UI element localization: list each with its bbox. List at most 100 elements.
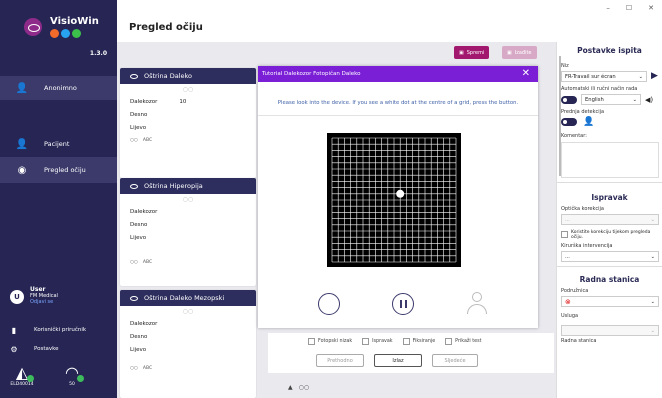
panel-title: Postavke ispita [577, 46, 642, 55]
sidebar-link-manual[interactable]: ▮ Korisnički priručnik [0, 321, 117, 339]
app-version: 1.3.0 [89, 50, 107, 57]
device-label: 50 [69, 382, 75, 387]
comment-label: Komentar: [561, 133, 587, 139]
surgical-select[interactable]: ... ⌄ [561, 251, 659, 262]
minimize-button[interactable]: – [606, 4, 610, 12]
next-button[interactable]: Sljedeće [432, 354, 478, 367]
save-icon: ▣ [459, 49, 464, 56]
surgical-label: Kirurška intervencija [561, 243, 613, 249]
bell-icon[interactable]: ▲ [288, 384, 293, 391]
branch-select[interactable]: ⊗ ⌄ [561, 296, 659, 307]
glasses-icon: ○○ [130, 260, 138, 265]
tutorial-modal: Tutorial Dalekozor Fotopičan Daleko ✕ Pl… [258, 66, 538, 328]
previous-button[interactable]: Prethodno [316, 354, 364, 367]
glasses-icon: ○○ [182, 86, 194, 93]
device-headset[interactable]: ◠ 50 [58, 364, 86, 387]
detection-toggle[interactable] [561, 118, 577, 126]
checkbox-photopic-low[interactable]: Fotopski nizak [308, 338, 352, 345]
user-block: U User FM Medical Odjavi se [10, 286, 58, 305]
exam-card-far-mesopic[interactable]: Oštrina Daleko Mezopski ○○ Dalekozor Des… [120, 290, 256, 398]
sidebar-item-anonymous[interactable]: 👤 Anonimno [0, 76, 117, 100]
chevron-down-icon: ⌄ [650, 216, 655, 223]
exit-exam-button[interactable]: Izlaz [374, 354, 422, 367]
chevron-down-icon: ⌄ [638, 73, 643, 80]
card-footer: ○○ ABC [130, 260, 153, 265]
modal-title: Tutorial Dalekozor Fotopičan Daleko [262, 71, 361, 77]
play-icon[interactable]: ▶ [651, 71, 658, 81]
glasses-icon: ○○ [182, 196, 194, 203]
exit-button[interactable]: ▣ Izađite [502, 46, 537, 59]
app-logo: VisioWin [24, 16, 99, 38]
logo-dot-blue [61, 29, 70, 38]
mode-label: Automatski ili ručni način rada [561, 86, 638, 92]
card-title: Oštrina Daleko [144, 72, 193, 80]
chevron-down-icon: ⌄ [650, 253, 655, 260]
detection-label: Prednja detekcija [561, 109, 605, 115]
sidebar-item-label: Pregled očiju [44, 166, 86, 174]
exam-card-far[interactable]: Oštrina Daleko ○○ Dalekozor 10 Desno Lije… [120, 68, 256, 178]
glasses-icon: ○○ [130, 138, 138, 143]
chevron-down-icon: ⌄ [650, 298, 655, 305]
avatar: U [10, 290, 24, 304]
comment-field[interactable] [561, 142, 659, 178]
card-row: Dalekozor 10 [130, 98, 187, 105]
close-icon[interactable]: ✕ [522, 68, 530, 79]
book-icon: ▮ [11, 325, 17, 335]
amsler-grid-svg [331, 137, 457, 263]
card-row: Desno [130, 221, 148, 228]
logout-link[interactable]: Odjavi se [30, 299, 58, 305]
checkbox-show-test[interactable]: Prikaži test [445, 338, 482, 345]
language-select[interactable]: English ⌄ [581, 94, 641, 105]
card-row: Lijevo [130, 346, 147, 353]
card-row: Dalekozor [130, 208, 158, 215]
save-label: Spremi [466, 49, 485, 56]
bottom-icons: ▲ ○○ [288, 384, 309, 391]
device-status: ◭ ELD40014 ◠ 50 [8, 364, 86, 387]
checkbox-fixation[interactable]: Fiksiranje [402, 338, 435, 345]
maximize-button[interactable]: ☐ [626, 4, 632, 12]
card-row: Lijevo [130, 124, 147, 131]
exam-settings-panel: Postavke ispita Niz FR-Travail sur écran… [556, 42, 662, 398]
niz-select[interactable]: FR-Travail sur écran ⌄ [561, 71, 647, 82]
card-row: Desno [130, 111, 148, 118]
sidebar-item-eye-exam[interactable]: ◉ Pregled očiju [0, 157, 117, 183]
workstation-label: Radna stanica [561, 338, 597, 344]
exam-options-bar: Fotopski nizak Ispravak Fiksiranje Prika… [268, 333, 554, 373]
sidebar-link-settings[interactable]: ⚙ Postavke [0, 340, 117, 358]
use-correction-checkbox[interactable] [561, 231, 568, 238]
logo-dot-orange [50, 29, 59, 38]
headset-icon: ◠ [58, 364, 86, 382]
fixation-dot [396, 189, 405, 198]
sidebar-item-patient[interactable]: 👤 Pacijent [0, 131, 117, 157]
pause-button[interactable] [392, 293, 414, 315]
exit-icon: ▣ [507, 49, 512, 56]
close-window-button[interactable]: ✕ [648, 4, 654, 12]
card-row: Desno [130, 333, 148, 340]
sidebar-item-label: Pacijent [44, 140, 70, 148]
save-button[interactable]: ▣ Spremi [454, 46, 490, 59]
modal-controls [318, 292, 488, 316]
header: Pregled očiju – ☐ ✕ [117, 0, 662, 42]
sidebar: VisioWin 1.3.0 👤 Anonimno 👤 Pacijent ◉ P… [0, 0, 117, 398]
card-title: Oštrina Hiperopija [144, 182, 203, 190]
nav-buttons: Prethodno Izlaz Sljedeće [316, 354, 478, 367]
service-select[interactable]: ⌄ [561, 325, 659, 336]
scrollbar[interactable] [559, 56, 561, 176]
optical-label: Optička korekcija [561, 206, 604, 212]
eye-logo-icon [24, 18, 42, 36]
circle-button[interactable] [318, 293, 340, 315]
checkbox-correction[interactable]: Ispravak [362, 338, 393, 345]
sidebar-item-label: Anonimno [44, 84, 77, 92]
branch-label: Podružnica [561, 288, 589, 294]
card-row: Lijevo [130, 234, 147, 241]
device-eld[interactable]: ◭ ELD40014 [8, 364, 36, 387]
card-header: Oštrina Daleko Mezopski [120, 290, 256, 306]
eye-icon [130, 73, 138, 79]
exam-card-hyperopia[interactable]: Oštrina Hiperopija ○○ Dalekozor Desno Li… [120, 178, 256, 286]
options-checkboxes: Fotopski nizak Ispravak Fiksiranje Prika… [308, 338, 482, 345]
mode-toggle[interactable] [561, 95, 577, 104]
person-icon[interactable] [466, 292, 488, 316]
gear-icon: ⚙ [10, 344, 18, 354]
speaker-icon[interactable]: ◀) [645, 96, 653, 104]
optical-select[interactable]: ... ⌄ [561, 214, 659, 225]
